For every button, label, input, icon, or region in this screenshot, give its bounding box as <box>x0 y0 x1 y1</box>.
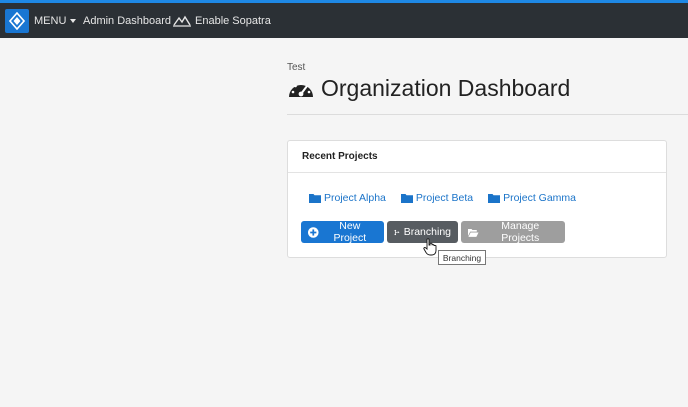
project-link-label: Project Alpha <box>324 192 386 204</box>
header-divider <box>287 114 688 115</box>
admin-dashboard-link[interactable]: Admin Dashboard <box>83 3 171 38</box>
folder-open-icon <box>468 228 479 237</box>
branching-tooltip: Branching <box>438 250 486 265</box>
enable-sopatra-link[interactable]: Enable Sopatra <box>173 3 271 38</box>
menu-label: MENU <box>34 14 67 27</box>
page-title-row: Organization Dashboard <box>287 75 688 102</box>
new-project-label: New Project <box>333 220 367 244</box>
manage-projects-button[interactable]: Manage Projects <box>461 220 565 244</box>
enable-sopatra-label: Enable Sopatra <box>195 14 271 27</box>
top-navbar: MENU Admin Dashboard Enable Sopatra <box>0 0 688 38</box>
manage-projects-label: Manage Projects <box>501 220 540 244</box>
gauge-icon <box>289 81 313 97</box>
diamond-logo-icon[interactable] <box>5 9 29 33</box>
admin-dashboard-label: Admin Dashboard <box>83 14 172 27</box>
recent-projects-panel: Recent Projects Project Alpha Project Be… <box>287 140 667 258</box>
project-link-alpha[interactable]: Project Alpha <box>309 192 386 204</box>
folder-icon <box>488 194 501 203</box>
hand-pointer-cursor-icon <box>423 238 437 256</box>
branching-label: Branching <box>403 226 451 238</box>
new-project-button[interactable]: New Project <box>301 220 384 244</box>
project-list: Project Alpha Project Beta Project Gamma <box>309 192 576 204</box>
plus-circle-icon <box>308 226 319 238</box>
organization-label: Test <box>287 62 306 73</box>
folder-icon <box>309 194 321 203</box>
page-header: Test Organization Dashboard <box>287 62 688 102</box>
mountain-icon <box>173 15 191 27</box>
menu-dropdown[interactable]: MENU <box>34 3 77 38</box>
project-link-label: Project Beta <box>415 192 474 204</box>
page-title: Organization Dashboard <box>321 75 571 101</box>
project-link-beta[interactable]: Project Beta <box>400 192 474 204</box>
code-branch-icon <box>394 229 400 235</box>
project-link-label: Project Gamma <box>503 192 577 204</box>
panel-heading: Recent Projects <box>288 141 666 173</box>
folder-icon <box>400 194 413 203</box>
caret-down-icon <box>70 18 77 23</box>
project-link-gamma[interactable]: Project Gamma <box>488 192 576 204</box>
